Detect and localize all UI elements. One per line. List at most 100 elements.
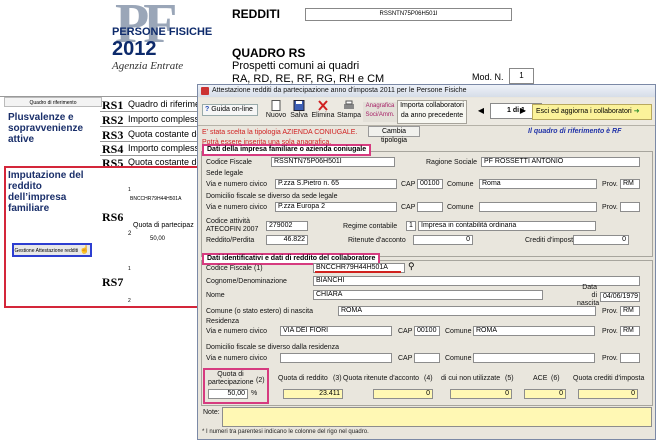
logo-year: 2012 xyxy=(112,38,157,60)
esci-aggiorna-button[interactable]: Esci ed aggiorna i collaboratori ➜ xyxy=(532,104,652,120)
rs6-quota-label: Quota di partecipaz xyxy=(133,222,194,229)
importa-collaboratori-button[interactable]: Importa collaboratori da anno precedente xyxy=(397,100,467,124)
impresa-comune-field[interactable]: Roma xyxy=(479,179,597,189)
printer-icon xyxy=(344,100,354,109)
next-record-icon[interactable]: ▶ xyxy=(516,104,530,118)
impresa-via-field[interactable]: P.zza S.Pietro n. 65 xyxy=(275,179,397,189)
nome-label: Nome xyxy=(206,292,225,299)
note-textarea[interactable] xyxy=(222,407,652,427)
anagrafica-soci-button[interactable]: Anagrafica Soci/Amm. xyxy=(363,102,397,122)
rs7-col2-number: 2 xyxy=(128,298,131,304)
hand-cursor-icon: ☝ xyxy=(79,245,90,254)
collab-via-field[interactable]: VIA DEI FIORI xyxy=(280,326,392,336)
quota-crediti-field[interactable]: 0 xyxy=(578,389,638,399)
collab-via-label: Via e numero civico xyxy=(206,328,267,335)
impresa-cap2-field[interactable] xyxy=(417,202,443,212)
impresa-prov2-label: Prov. xyxy=(602,204,618,211)
prev-record-icon[interactable]: ◀ xyxy=(474,104,488,118)
impresa-cf-field[interactable]: RSSNTN75P06H501I xyxy=(271,157,395,167)
collab-prov2-field[interactable]: RM xyxy=(620,326,640,336)
cognome-label: Cognome/Denominazione xyxy=(206,278,287,285)
ace-field[interactable]: 0 xyxy=(524,389,566,399)
mod-label: Mod. N. xyxy=(472,72,504,82)
row-desc-rs3: Quota costante dell xyxy=(128,129,206,139)
residenza-label: Residenza xyxy=(206,318,240,325)
rs6-col1-number: 1 xyxy=(128,187,131,193)
rs6-codice-fiscale: BNCCHR79H44H501A xyxy=(130,196,182,202)
nuovo-label: Nuovo xyxy=(265,112,287,119)
codice-attivita-field[interactable]: 279002 xyxy=(266,221,308,231)
quadro-riferimento-note: Il quadro di riferimento è RF xyxy=(528,128,622,135)
elimina-button[interactable]: Elimina xyxy=(310,100,336,124)
collab-comune2-field[interactable] xyxy=(473,353,595,363)
search-icon[interactable]: ⚲ xyxy=(408,261,415,272)
reddito-perdita-label: Reddito/Perdita xyxy=(206,237,255,244)
crediti-imposta-field[interactable]: 0 xyxy=(573,235,629,245)
data-nascita-field[interactable]: 04/06/1979 xyxy=(600,292,640,302)
rs7-col1-number: 1 xyxy=(128,266,131,272)
regime-contabile-field[interactable]: Impresa in contabilità ordinaria xyxy=(418,221,596,231)
salva-button[interactable]: Salva xyxy=(288,100,310,124)
collab-cap2-field[interactable] xyxy=(414,353,440,363)
dialog-title: Attestazione redditi da partecipazione a… xyxy=(212,87,467,94)
impresa-prov-label: Prov. xyxy=(602,181,618,188)
exit-arrow-icon: ➜ xyxy=(633,108,640,115)
quota-partecipazione-col: (2) xyxy=(256,377,265,384)
collab-cap-field[interactable]: 00100 xyxy=(414,326,440,336)
stampa-button[interactable]: Stampa xyxy=(336,100,362,124)
impresa-section-title: Dati della impresa familiare o azienda c… xyxy=(202,144,372,156)
ace-col: (6) xyxy=(551,375,560,382)
new-document-icon xyxy=(271,100,281,111)
quota-ritenute-field[interactable]: 0 xyxy=(373,389,433,399)
quota-ritenute-label: Quota ritenute d'acconto xyxy=(343,375,420,382)
divider xyxy=(100,111,200,112)
regime-code-field[interactable]: 1 xyxy=(406,221,416,231)
header-codice-fiscale: RSSNTN75P06H501I xyxy=(305,8,512,21)
quota-reddito-field[interactable]: 23.411 xyxy=(283,389,343,399)
footer-hint: * I numeri tra parentesi indicano le col… xyxy=(202,429,369,435)
collab-cf-col: (1) xyxy=(254,265,263,272)
stampa-label: Stampa xyxy=(336,112,362,119)
impresa-cap-field[interactable]: 00100 xyxy=(417,179,443,189)
quadro-description: Prospetti comuni ai quadri RA, RD, RE, R… xyxy=(232,60,384,86)
row-code-rs7: RS7 xyxy=(102,275,124,289)
collab-comune-label: Comune xyxy=(445,328,472,335)
ragione-sociale-field[interactable]: PF ROSSETTI ANTONIO xyxy=(481,157,640,167)
ritenute-acconto-field[interactable]: 0 xyxy=(413,235,473,245)
collab-prov2-label: Prov. xyxy=(602,328,618,335)
non-utilizzate-field[interactable]: 0 xyxy=(450,389,512,399)
note-label: Note: xyxy=(203,409,220,416)
impresa-comune2-field[interactable] xyxy=(479,202,597,212)
collab-via2-field[interactable] xyxy=(280,353,392,363)
quota-partecipazione-field[interactable]: 50,00 xyxy=(208,389,248,399)
toolbar: ? Guida on-line Nuovo Salva Elimina Stam… xyxy=(198,98,655,126)
cambia-tipologia-button[interactable]: Cambia tipologia xyxy=(368,126,420,144)
collab-prov-label: Prov. xyxy=(602,308,618,315)
collab-comune-field[interactable]: ROMA xyxy=(473,326,595,336)
impresa-via2-field[interactable]: P.zza Europa 2 xyxy=(275,202,397,212)
gestione-attestazione-button[interactable]: Gestione Attestazione redditi ☝ xyxy=(12,243,92,257)
collab-cf-label: Codice Fiscale xyxy=(206,265,252,272)
ace-label: ACE xyxy=(533,375,548,382)
save-icon xyxy=(293,100,305,111)
non-utilizzate-label: di cui non utilizzate xyxy=(441,375,501,382)
gestione-label: Gestione Attestazione redditi xyxy=(14,248,79,254)
collab-prov3-field[interactable] xyxy=(620,353,640,363)
tipologia-message: E' stata scelta la tipologia AZIENDA CON… xyxy=(202,129,358,136)
impresa-comune2-label: Comune xyxy=(447,204,474,211)
collab-cap-label: CAP xyxy=(398,328,413,335)
mod-number: 1 xyxy=(509,68,534,84)
form-header: REDDITI xyxy=(232,7,280,21)
impresa-prov-field[interactable]: RM xyxy=(620,179,640,189)
reddito-perdita-field[interactable]: 46.822 xyxy=(266,235,308,245)
quota-reddito-label: Quota di reddito xyxy=(278,375,328,382)
quota-partecipazione-label: Quota di partecipazione xyxy=(208,371,254,386)
nuovo-button[interactable]: Nuovo xyxy=(264,100,288,124)
impresa-via-label: Via e numero civico xyxy=(206,181,267,188)
nome-field[interactable]: CHIARA xyxy=(313,290,543,300)
collab-prov-field[interactable]: RM xyxy=(620,306,640,316)
guida-online-button[interactable]: ? Guida on-line xyxy=(202,104,258,116)
comune-nascita-field[interactable]: ROMA xyxy=(338,306,596,316)
impresa-prov2-field[interactable] xyxy=(620,202,640,212)
quota-crediti-label: Quota crediti d'imposta xyxy=(573,375,645,382)
